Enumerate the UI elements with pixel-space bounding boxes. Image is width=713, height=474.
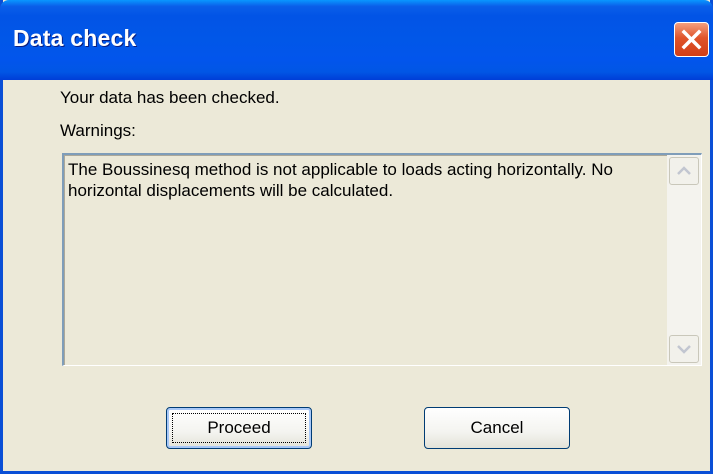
chevron-down-icon: [677, 345, 691, 354]
dialog-content: Your data has been checked. Warnings: Th…: [3, 80, 710, 471]
dialog-title: Data check: [13, 25, 137, 51]
chevron-up-icon: [677, 166, 691, 175]
vertical-scrollbar[interactable]: [667, 155, 701, 365]
warnings-textbox[interactable]: The Boussinesq method is not applicable …: [62, 153, 702, 366]
warning-text: The Boussinesq method is not applicable …: [68, 160, 613, 200]
proceed-label: Proceed: [207, 418, 271, 437]
warnings-label: Warnings:: [60, 121, 136, 140]
scroll-up-button[interactable]: [669, 157, 699, 185]
proceed-button[interactable]: Proceed: [166, 407, 312, 449]
close-icon: [681, 29, 702, 50]
cancel-label: Cancel: [470, 418, 524, 437]
scroll-down-button[interactable]: [669, 335, 699, 363]
data-check-dialog: Data check Your data has been checked. W…: [0, 0, 713, 474]
title-bar[interactable]: Data check: [0, 0, 713, 80]
status-message: Your data has been checked.: [60, 88, 280, 107]
close-button[interactable]: [674, 22, 709, 57]
cancel-button[interactable]: Cancel: [424, 407, 570, 449]
